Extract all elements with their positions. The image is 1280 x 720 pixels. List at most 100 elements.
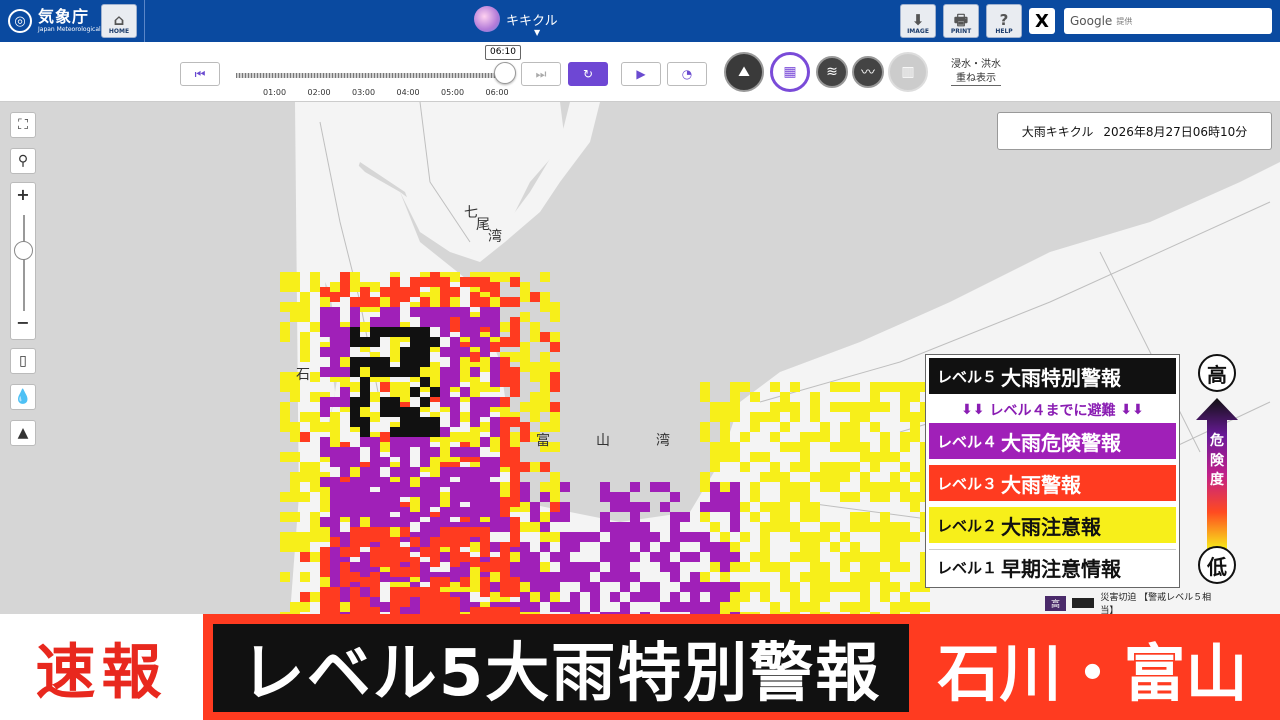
risk-cell bbox=[390, 502, 400, 512]
risk-cell bbox=[310, 552, 320, 562]
risk-cell bbox=[720, 492, 730, 502]
risk-cell bbox=[600, 492, 610, 502]
risk-cell bbox=[530, 392, 540, 402]
risk-cell bbox=[280, 492, 290, 502]
down-arrow-icon: ⬇⬇ bbox=[961, 402, 990, 418]
basemap-button[interactable]: ▯ bbox=[10, 348, 36, 374]
risk-cell bbox=[460, 317, 470, 327]
risk-cell bbox=[360, 287, 370, 297]
print-button[interactable]: 🖶 PRINT bbox=[943, 4, 979, 38]
risk-cell bbox=[730, 512, 740, 522]
risk-cell bbox=[380, 357, 390, 367]
river-layer-button[interactable]: 〰 bbox=[852, 56, 884, 88]
evacuation-note: ⬇⬇ レベル４までに避難 ⬇⬇ bbox=[929, 397, 1176, 423]
risk-cell bbox=[330, 572, 340, 582]
risk-cell bbox=[820, 592, 830, 602]
risk-cell bbox=[360, 297, 370, 307]
risk-cell bbox=[420, 572, 430, 582]
skip-end-button[interactable]: ⏭ bbox=[521, 62, 561, 86]
x-share-button[interactable]: X bbox=[1029, 8, 1055, 34]
risk-cell bbox=[810, 402, 820, 412]
location-button[interactable]: ⚲ bbox=[10, 148, 36, 174]
risk-cell bbox=[710, 602, 720, 612]
risk-cell bbox=[910, 422, 920, 432]
risk-cell bbox=[890, 602, 900, 612]
risk-cell bbox=[560, 502, 570, 512]
risk-cell bbox=[350, 367, 360, 377]
refresh-button[interactable]: ↻ bbox=[568, 62, 608, 86]
help-button[interactable]: ? HELP bbox=[986, 4, 1022, 38]
app-switcher[interactable]: キキクル bbox=[474, 6, 558, 32]
zoom-control[interactable]: + − bbox=[10, 182, 36, 340]
risk-cell bbox=[580, 532, 590, 542]
risk-cell bbox=[380, 442, 390, 452]
risk-cell bbox=[350, 407, 360, 417]
risk-cell bbox=[480, 527, 490, 537]
risk-cell bbox=[550, 302, 560, 312]
risk-cell bbox=[490, 542, 500, 552]
home-button[interactable]: ⌂ HOME bbox=[101, 4, 137, 38]
risk-cell bbox=[380, 527, 390, 537]
risk-cell bbox=[340, 457, 350, 467]
risk-cell bbox=[870, 422, 880, 432]
risk-cell bbox=[730, 492, 740, 502]
timeline-tick-label: 01:00 bbox=[263, 88, 287, 97]
risk-cell bbox=[720, 402, 730, 412]
risk-cell bbox=[710, 542, 720, 552]
timeline-tick-label: 05:00 bbox=[441, 88, 465, 97]
risk-cell bbox=[480, 562, 490, 572]
ticker-headline: レベル5大雨特別警報 bbox=[213, 624, 909, 712]
terrain-button[interactable]: ▲ bbox=[10, 420, 36, 446]
risk-cell bbox=[360, 337, 370, 347]
overlay-toggle[interactable]: 浸水・洪水 重ね表示 bbox=[951, 58, 1001, 86]
fullscreen-button[interactable]: ⛶ bbox=[10, 112, 36, 138]
risk-cell bbox=[460, 537, 470, 547]
risk-cell bbox=[360, 487, 370, 497]
image-button[interactable]: ⬇ IMAGE bbox=[900, 4, 936, 38]
search-input[interactable]: Google 提供 bbox=[1064, 8, 1272, 34]
zoom-out-button[interactable]: − bbox=[11, 313, 35, 332]
chevron-down-icon[interactable]: ▼ bbox=[534, 28, 540, 37]
play-button[interactable]: ▶ bbox=[621, 62, 661, 86]
risk-cell bbox=[650, 592, 660, 602]
risk-cell bbox=[550, 402, 560, 412]
water-drop-icon: 💧 bbox=[14, 389, 32, 405]
risk-cell bbox=[530, 362, 540, 372]
risk-cell bbox=[350, 607, 360, 614]
rain-layer-button[interactable]: 💧 bbox=[10, 384, 36, 410]
risk-cell bbox=[310, 532, 320, 542]
risk-cell bbox=[460, 277, 470, 287]
risk-cell bbox=[510, 327, 520, 337]
risk-cell bbox=[280, 402, 290, 412]
risk-cell bbox=[670, 602, 680, 612]
risk-cell bbox=[470, 542, 480, 552]
speed-button[interactable]: ◔ bbox=[667, 62, 707, 86]
risk-cell bbox=[860, 552, 870, 562]
zoom-in-button[interactable]: + bbox=[11, 185, 35, 204]
risk-cell bbox=[550, 382, 560, 392]
risk-cell bbox=[530, 372, 540, 382]
risk-cell bbox=[470, 367, 480, 377]
skip-start-button[interactable]: ⏮ bbox=[180, 62, 220, 86]
risk-cell bbox=[740, 462, 750, 472]
zoom-knob[interactable] bbox=[14, 241, 33, 260]
risk-cell bbox=[420, 317, 430, 327]
risk-cell bbox=[490, 442, 500, 452]
inundation-layer-button[interactable]: ▦ bbox=[770, 52, 810, 92]
risk-cell bbox=[410, 512, 420, 522]
risk-cell bbox=[510, 337, 520, 347]
risk-cell bbox=[720, 562, 730, 572]
mini-key-text: 災害切迫 【警戒レベル５相当】 bbox=[1100, 593, 1212, 616]
risk-cell bbox=[410, 347, 420, 357]
flood-layer-button[interactable]: ≋ bbox=[816, 56, 848, 88]
timeline-slider[interactable] bbox=[236, 73, 504, 78]
risk-cell bbox=[490, 507, 500, 517]
risk-cell bbox=[870, 492, 880, 502]
risk-cell bbox=[460, 307, 470, 317]
help-label: HELP bbox=[995, 28, 1013, 35]
landslide-layer-button[interactable]: ⛰ bbox=[724, 52, 764, 92]
map-overlay-button[interactable]: ▥ bbox=[888, 52, 928, 92]
risk-cell bbox=[810, 512, 820, 522]
risk-cell bbox=[560, 512, 570, 522]
timeline-thumb[interactable] bbox=[494, 62, 516, 84]
